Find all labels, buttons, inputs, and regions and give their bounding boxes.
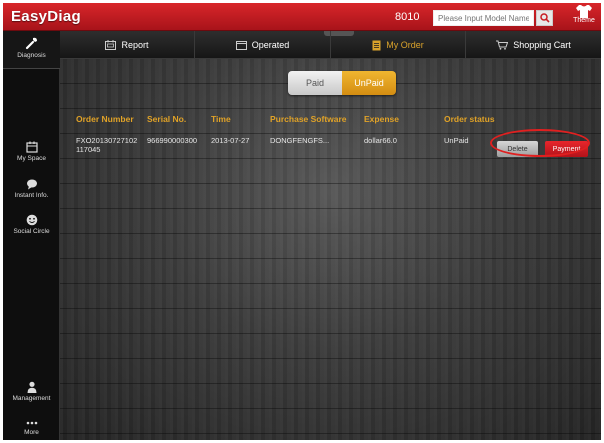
sidebar-item-social-circle[interactable]: Social Circle — [3, 214, 60, 235]
tab-label: My Order — [386, 40, 424, 50]
column-header: Order Number — [76, 114, 134, 124]
theme-label: Theme — [573, 17, 595, 24]
more-icon — [26, 421, 37, 425]
sidebar-item-instant-info[interactable]: Instant Info. — [3, 179, 60, 199]
tab-operated[interactable]: Operated — [195, 31, 331, 59]
column-header: Expense — [364, 114, 399, 124]
tab-label: Operated — [251, 40, 290, 50]
cart-icon — [496, 40, 509, 50]
tab-bar: Report Operated My Order Shopping Cart — [60, 31, 601, 59]
sidebar-item-label: Diagnosis — [17, 52, 46, 59]
app-title: EasyDiag — [11, 8, 81, 25]
payment-filter: Paid UnPaid — [288, 71, 396, 95]
table-header: Order Number Serial No. Time Purchase So… — [60, 111, 601, 129]
smiley-icon — [26, 214, 37, 226]
tab-report[interactable]: Report — [60, 31, 195, 59]
sidebar-item-management[interactable]: Management — [3, 381, 60, 402]
sidebar-item-label: My Space — [17, 155, 46, 162]
time-cell: 2013-07-27 — [211, 136, 250, 145]
status-cell: UnPaid — [444, 136, 469, 145]
order-number-cell: FXO20130727102 117045 — [76, 136, 138, 154]
chat-icon — [26, 179, 37, 190]
window-icon — [235, 40, 247, 50]
app-window: EasyDiag 8010 Theme Diagnosis — [3, 3, 601, 440]
device-code: 8010 — [395, 11, 420, 23]
column-header: Time — [211, 114, 231, 124]
order-content: Paid UnPaid Order Number Serial No. Time… — [60, 59, 601, 440]
wrench-icon — [25, 37, 37, 50]
search-icon — [539, 13, 550, 23]
column-header: Purchase Software — [270, 114, 347, 124]
highlight-circle — [490, 129, 590, 157]
sidebar-item-label: Instant Info. — [14, 192, 49, 199]
theme-button[interactable]: Theme — [570, 5, 598, 29]
expense-cell: dollar66.0 — [364, 136, 397, 145]
sidebar-item-label: More — [24, 429, 39, 436]
sidebar-item-diagnosis[interactable]: Diagnosis — [3, 31, 60, 69]
tab-label: Report — [121, 40, 149, 50]
search-input[interactable] — [433, 10, 534, 26]
search-button[interactable] — [536, 10, 553, 26]
person-icon — [27, 381, 36, 393]
top-bar: EasyDiag 8010 Theme — [3, 3, 601, 31]
tab-label: Shopping Cart — [513, 40, 571, 50]
sidebar-item-label: Social Circle — [13, 228, 50, 235]
calendar-icon — [25, 141, 38, 153]
sidebar-item-more[interactable]: More — [3, 419, 60, 436]
sidebar: Diagnosis My Space Instant Info. Social … — [3, 31, 60, 440]
tab-shopping-cart[interactable]: Shopping Cart — [466, 31, 601, 59]
serial-cell: 966990000300 — [147, 136, 198, 145]
column-header: Order status — [444, 114, 495, 124]
sidebar-item-label: Management — [12, 395, 51, 402]
sidebar-item-my-space[interactable]: My Space — [3, 141, 60, 162]
tab-my-order[interactable]: My Order — [331, 31, 466, 59]
software-cell: DONGFENGFS... — [270, 136, 330, 145]
column-header: Serial No. — [147, 114, 187, 124]
order-icon — [372, 40, 381, 50]
report-icon — [105, 40, 117, 50]
filter-unpaid-button[interactable]: UnPaid — [342, 71, 396, 95]
filter-paid-button[interactable]: Paid — [288, 71, 342, 95]
